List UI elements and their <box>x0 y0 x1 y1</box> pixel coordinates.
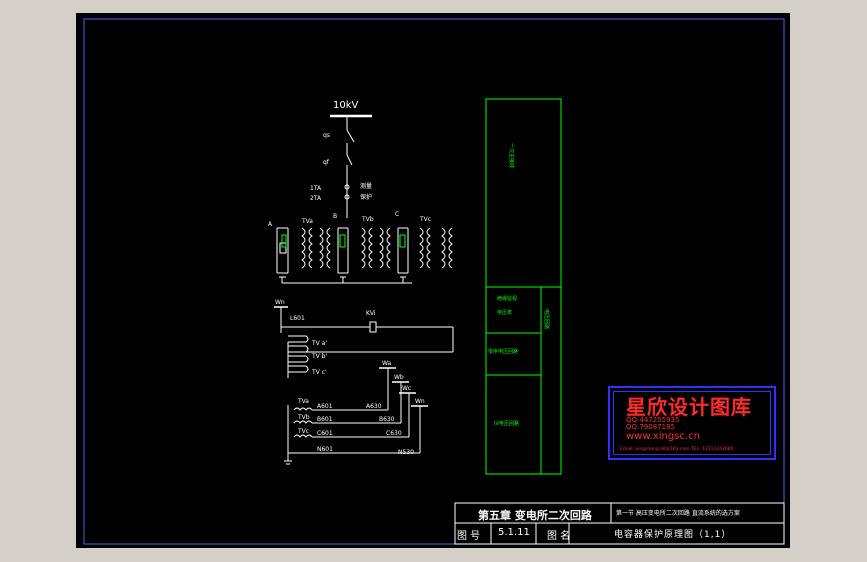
kvi-relay-icon <box>369 321 377 333</box>
drawing-no: 5.1.11 <box>498 527 530 538</box>
drawing-border <box>83 18 785 545</box>
tvc-top-label: TVc <box>419 216 431 223</box>
drawing-no-label: 图 号 <box>457 531 481 542</box>
l601-label: L601 <box>290 315 305 322</box>
phase-c-group <box>397 227 453 278</box>
tvb-top-label: TVb <box>361 216 374 223</box>
b601-label: B601 <box>317 416 333 423</box>
legend-panel: 一次主接线 绝缘监视 电压表 电压回路 零序电压回路 IV电压回路 <box>485 98 562 475</box>
n530-label: N530 <box>398 449 414 456</box>
legend-iv-circuit: IV电压回路 <box>494 420 519 427</box>
measure-label: 测量 <box>360 182 372 190</box>
legend-zero-seq: 零序电压回路 <box>488 348 518 355</box>
kvi-label: KVi <box>366 310 376 317</box>
drawing-name-label: 图 名 <box>547 531 571 542</box>
drawing-canvas[interactable]: 10kV qs qf 1TA 2TA 测量 保护 A B C TVa TVb T… <box>76 13 790 548</box>
disconnector-switch <box>346 129 355 143</box>
phase-a-label: A <box>268 221 273 228</box>
wn2-label: Wn <box>415 398 425 405</box>
section-description: 第一节 高压变电所二次回路 直流系统的选方案 <box>616 510 740 517</box>
tvb-sec-label: TV b' <box>311 353 327 360</box>
n601-label: N601 <box>317 446 333 453</box>
protect-label: 保护 <box>360 193 372 201</box>
breaker-switch <box>346 154 353 166</box>
wc-label: Wc <box>402 385 411 392</box>
tvb-low-label: TVb <box>297 414 310 421</box>
ta2-label: 2TA <box>310 195 322 202</box>
watermark-contact: Email: xingsheng.all@163.com TEL: 131112… <box>620 447 734 452</box>
legend-voltage-circuit: 电压回路 <box>543 309 550 329</box>
tvc-low-label: TVc <box>297 428 309 435</box>
tva-top-label: TVa <box>301 218 313 225</box>
b630-label: B630 <box>379 416 395 423</box>
legend-insulation-monitor: 绝缘监视 <box>497 295 517 302</box>
tvc-sec-label: TV c' <box>311 369 327 376</box>
phase-c-label: C <box>395 211 399 218</box>
phase-b-group <box>337 227 391 278</box>
legend-voltage-meter: 电压表 <box>497 309 512 316</box>
watermark-stamp: 星欣设计图库 QQ:447255935 QQ:79087185 www.xing… <box>608 386 776 460</box>
legend-primary-circuit: 一次主接线 <box>508 143 515 168</box>
a601-label: A601 <box>317 403 333 410</box>
tva-low-label: TVa <box>297 398 309 405</box>
drawing-name: 电容器保护原理图（1,1） <box>614 530 732 540</box>
wn-label: Wn <box>275 299 285 306</box>
a630-label: A630 <box>366 403 382 410</box>
wa-label: Wa <box>382 360 392 367</box>
bus-label: 10kV <box>333 100 359 111</box>
c630-label: C630 <box>386 430 402 437</box>
phase-a-group <box>276 227 331 278</box>
ta1-label: 1TA <box>310 185 322 192</box>
c601-label: C601 <box>317 430 333 437</box>
open-delta-windings <box>288 335 309 373</box>
circuit-diagram: 10kV qs qf 1TA 2TA 测量 保护 A B C TVa TVb T… <box>83 18 785 545</box>
wb-label: Wb <box>394 374 404 381</box>
qf-label: qf <box>323 159 330 166</box>
tva-sec-label: TV a' <box>311 340 327 347</box>
watermark-site: www.xingsc.cn <box>626 431 700 442</box>
watermark-qq2: QQ:79087185 <box>626 423 676 431</box>
chapter-title: 第五章 变电所二次回路 <box>478 509 592 522</box>
qs-label: qs <box>323 132 330 139</box>
phase-b-label: B <box>333 213 337 220</box>
